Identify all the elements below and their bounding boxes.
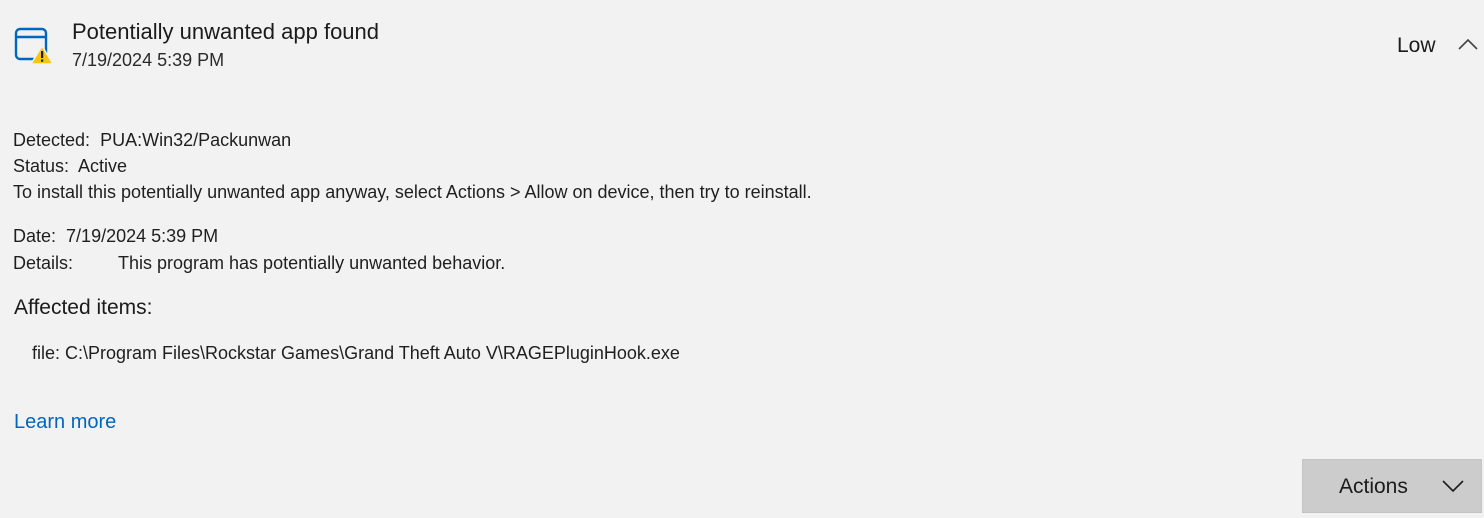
- chevron-down-icon: [1442, 480, 1464, 493]
- details-label: Details:: [13, 253, 74, 273]
- detected-label: Detected:: [13, 130, 91, 150]
- details-value: This program has potentially unwanted be…: [118, 253, 506, 273]
- status-label: Status:: [13, 156, 70, 176]
- detected-value: PUA:Win32/Packunwan: [100, 130, 292, 150]
- threat-timestamp: 7/19/2024 5:39 PM: [72, 50, 225, 70]
- severity-label: Low: [1397, 34, 1436, 57]
- install-hint: To install this potentially unwanted app…: [13, 182, 812, 202]
- actions-button-label: Actions: [1339, 475, 1408, 498]
- status-row: Status: Active: [13, 154, 127, 178]
- details-row: Details: This program has potentially un…: [13, 251, 505, 275]
- affected-item: file: C:\Program Files\Rockstar Games\Gr…: [32, 343, 680, 363]
- date-row: Date: 7/19/2024 5:39 PM: [13, 224, 218, 248]
- date-label: Date:: [13, 226, 57, 246]
- affected-items-heading: Affected items:: [14, 296, 153, 319]
- threat-title: Potentially unwanted app found: [72, 19, 380, 44]
- chevron-up-icon[interactable]: [1452, 30, 1484, 58]
- app-window-warning-icon: [14, 27, 55, 65]
- detected-row: Detected: PUA:Win32/Packunwan: [13, 128, 291, 152]
- actions-button[interactable]: Actions: [1302, 459, 1482, 513]
- date-value: 7/19/2024 5:39 PM: [66, 226, 219, 246]
- learn-more-link[interactable]: Learn more: [14, 409, 116, 435]
- status-value: Active: [78, 156, 128, 176]
